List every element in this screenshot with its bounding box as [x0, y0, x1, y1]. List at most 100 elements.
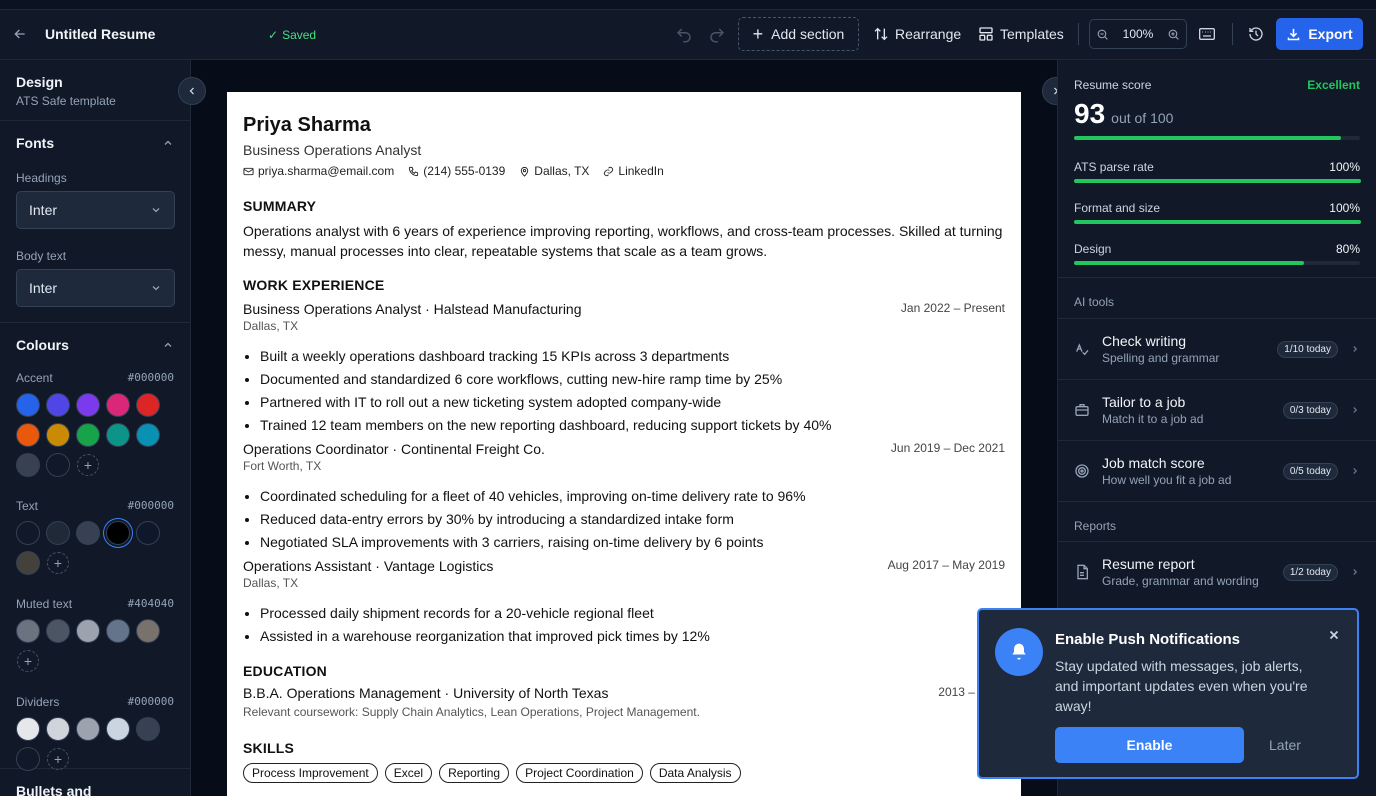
work-experience-heading[interactable]: WORK EXPERIENCE: [243, 277, 1005, 293]
summary-text[interactable]: Operations analyst with 6 years of exper…: [243, 221, 1005, 261]
tool-item[interactable]: Resume report Grade, grammar and wording 1…: [1058, 541, 1376, 602]
add-colour-button[interactable]: +: [17, 650, 39, 672]
colour-swatch[interactable]: [16, 619, 40, 643]
add-colour-button[interactable]: +: [47, 552, 69, 574]
colour-swatch[interactable]: [16, 423, 40, 447]
resume-name[interactable]: Priya Sharma: [243, 114, 1005, 137]
colour-swatch[interactable]: [46, 423, 70, 447]
colour-swatch[interactable]: [16, 747, 40, 771]
skill-chip[interactable]: Reporting: [439, 763, 510, 783]
history-icon[interactable]: [1248, 26, 1264, 42]
contact-linkedin[interactable]: LinkedIn: [603, 164, 664, 178]
skill-chip[interactable]: Project Coordination: [516, 763, 643, 783]
colour-swatch[interactable]: [76, 717, 100, 741]
colour-swatch[interactable]: [16, 393, 40, 417]
resume-role[interactable]: Business Operations Analyst: [243, 142, 1005, 158]
zoom-in-icon[interactable]: [1167, 28, 1180, 41]
accent-hex[interactable]: #000000: [128, 371, 174, 385]
job-bullet[interactable]: Coordinated scheduling for a fleet of 40…: [260, 485, 1005, 508]
rearrange-button[interactable]: Rearrange: [873, 17, 961, 51]
add-section-label: Add section: [771, 26, 845, 42]
colour-swatch[interactable]: [106, 521, 130, 545]
job-bullet[interactable]: Reduced data-entry errors by 30% by intr…: [260, 508, 1005, 531]
resume-page[interactable]: Priya Sharma Business Operations Analyst…: [227, 92, 1021, 796]
colour-swatch[interactable]: [46, 619, 70, 643]
colour-swatch[interactable]: [16, 551, 40, 575]
job-bullet[interactable]: Assisted in a warehouse reorganization t…: [260, 625, 1005, 648]
job-bullet[interactable]: Processed daily shipment records for a 2…: [260, 602, 1005, 625]
zoom-out-icon[interactable]: [1096, 28, 1109, 41]
colour-swatch[interactable]: [16, 521, 40, 545]
colours-toggle[interactable]: Colours: [16, 323, 174, 367]
job-bullet[interactable]: Negotiated SLA improvements with 3 carri…: [260, 531, 1005, 554]
colour-swatch[interactable]: [46, 393, 70, 417]
add-colour-button[interactable]: +: [77, 454, 99, 476]
colour-swatch[interactable]: [76, 393, 100, 417]
colour-swatch[interactable]: [106, 393, 130, 417]
contact-location[interactable]: Dallas, TX: [519, 164, 589, 178]
job-bullet[interactable]: Built a weekly operations dashboard trac…: [260, 345, 1005, 368]
summary-heading[interactable]: SUMMARY: [243, 198, 1005, 214]
templates-button[interactable]: Templates: [978, 17, 1064, 51]
contact-email[interactable]: priya.sharma@email.com: [243, 164, 394, 178]
text-swatches: +: [16, 521, 176, 575]
skills-heading[interactable]: SKILLS: [243, 740, 1005, 756]
later-button[interactable]: Later: [1269, 737, 1301, 753]
colour-swatch[interactable]: [16, 717, 40, 741]
export-button[interactable]: Export: [1276, 18, 1363, 50]
tool-text: Resume report Grade, grammar and wording: [1102, 556, 1283, 588]
colour-swatch[interactable]: [76, 521, 100, 545]
headings-font-select[interactable]: Inter: [16, 191, 175, 229]
education-entry[interactable]: B.B.A. Operations Management · Universit…: [243, 685, 1005, 719]
collapse-left-panel-button[interactable]: [178, 77, 206, 105]
saved-status: ✓ Saved: [268, 28, 316, 42]
score-value: 93: [1074, 98, 1106, 129]
redo-icon[interactable]: [708, 26, 726, 44]
muted-hex[interactable]: #404040: [128, 597, 174, 611]
job-bullet[interactable]: Partnered with IT to roll out a new tick…: [260, 391, 1005, 414]
colour-swatch[interactable]: [136, 619, 160, 643]
bullets-toggle[interactable]: Bullets and: [16, 769, 174, 796]
colour-swatch[interactable]: [76, 423, 100, 447]
template-name: ATS Safe template: [16, 94, 116, 108]
document-title[interactable]: Untitled Resume: [45, 26, 155, 42]
colour-swatch[interactable]: [106, 717, 130, 741]
tool-item[interactable]: Tailor to a job Match it to a job ad 0/3 t…: [1058, 379, 1376, 440]
skill-chip[interactable]: Excel: [384, 763, 433, 783]
keyboard-icon[interactable]: [1199, 27, 1215, 41]
body-font-select[interactable]: Inter: [16, 269, 175, 307]
add-section-button[interactable]: + Add section: [738, 17, 859, 51]
job-entry[interactable]: Operations Assistant · Vantage Logistics…: [243, 558, 1005, 648]
text-hex[interactable]: #000000: [128, 499, 174, 513]
close-icon[interactable]: [1327, 628, 1341, 642]
job-bullet[interactable]: Documented and standardized 6 core workf…: [260, 368, 1005, 391]
colour-swatch[interactable]: [16, 453, 40, 477]
undo-icon[interactable]: [675, 26, 693, 44]
job-bullet[interactable]: Trained 12 team members on the new repor…: [260, 414, 1005, 437]
skill-chip[interactable]: Data Analysis: [649, 763, 741, 783]
education-heading[interactable]: EDUCATION: [243, 663, 1005, 679]
job-entry[interactable]: Business Operations Analyst · Halstead M…: [243, 301, 1005, 437]
colour-swatch[interactable]: [136, 423, 160, 447]
colour-swatch[interactable]: [106, 423, 130, 447]
back-arrow-icon[interactable]: [12, 26, 28, 42]
colour-swatch[interactable]: [46, 717, 70, 741]
enable-button[interactable]: Enable: [1055, 727, 1244, 763]
colour-swatch[interactable]: [46, 521, 70, 545]
colour-swatch[interactable]: [46, 453, 70, 477]
tool-item[interactable]: Check writing Spelling and grammar 1/10 to…: [1058, 318, 1376, 379]
colour-swatch[interactable]: [136, 521, 160, 545]
dividers-hex[interactable]: #000000: [128, 695, 174, 709]
metric-bar: [1074, 261, 1360, 265]
tool-item[interactable]: Job match score How well you fit a job ad…: [1058, 440, 1376, 501]
mail-icon: [243, 167, 254, 175]
colour-swatch[interactable]: [106, 619, 130, 643]
contact-phone[interactable]: (214) 555-0139: [408, 164, 505, 178]
fonts-toggle[interactable]: Fonts: [16, 121, 174, 165]
colour-swatch[interactable]: [76, 619, 100, 643]
colour-swatch[interactable]: [136, 717, 160, 741]
add-colour-button[interactable]: +: [47, 748, 69, 770]
job-entry[interactable]: Operations Coordinator · Continental Fre…: [243, 441, 1005, 554]
skill-chip[interactable]: Process Improvement: [243, 763, 378, 783]
colour-swatch[interactable]: [136, 393, 160, 417]
